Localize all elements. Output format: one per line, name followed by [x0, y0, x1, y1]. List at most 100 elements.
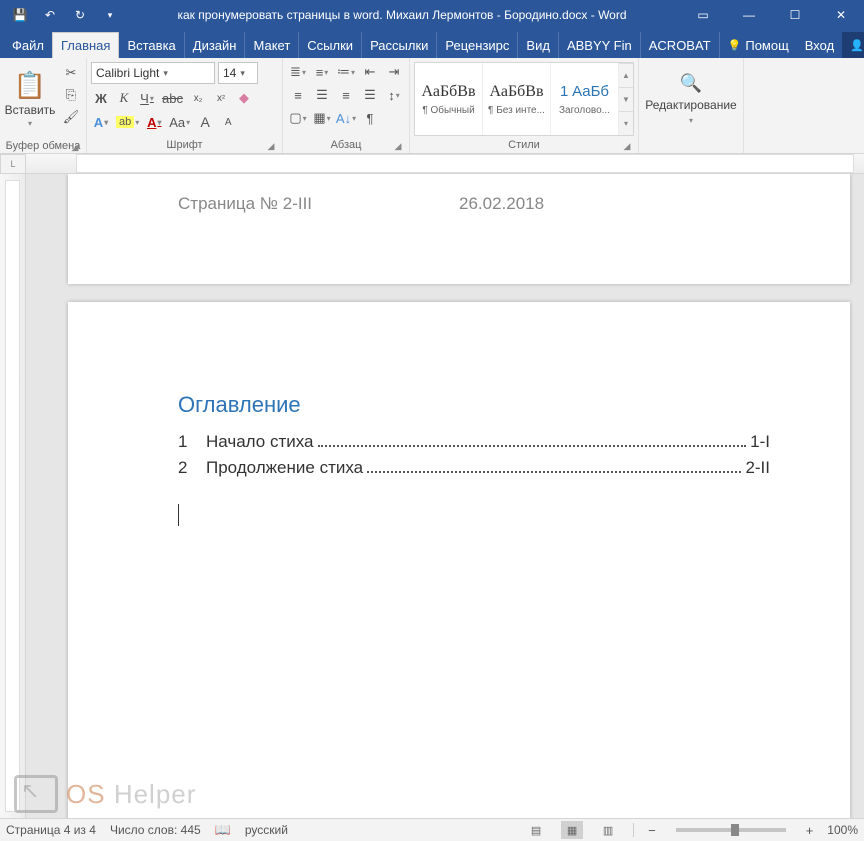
style-nospacing[interactable]: АаБбВв¶ Без инте... — [483, 63, 551, 135]
ribbon-options-icon[interactable]: ▭ — [680, 0, 726, 30]
font-label: Шрифт — [166, 139, 202, 151]
gallery-down-icon[interactable]: ▼ — [619, 87, 633, 111]
tab-mailings[interactable]: Рассылки — [362, 32, 437, 58]
read-mode-icon[interactable]: ▤ — [525, 821, 547, 839]
work-area: Страница № 2-III 26.02.2018 Оглавление 1… — [0, 174, 864, 818]
strike-button[interactable]: abc — [160, 88, 185, 108]
shading-icon[interactable]: ▢ — [287, 108, 309, 128]
find-icon: 🔍 — [680, 73, 702, 94]
toc-leader — [318, 445, 747, 447]
highlight-button[interactable]: ab — [114, 112, 141, 132]
increase-indent-icon[interactable]: ⇥ — [383, 62, 405, 82]
gallery-up-icon[interactable]: ▲ — [619, 63, 633, 87]
toc-leader — [367, 471, 741, 473]
underline-button[interactable]: Ч — [137, 88, 157, 108]
italic-button[interactable]: К — [114, 88, 134, 108]
qat-more-icon[interactable]: ▾ — [96, 1, 124, 29]
vertical-ruler[interactable] — [0, 174, 26, 818]
web-layout-icon[interactable]: ▥ — [597, 821, 619, 839]
styles-dialog-icon[interactable]: ◢ — [620, 139, 634, 153]
styles-gallery[interactable]: АаБбВв¶ Обычный АаБбВв¶ Без инте... 1 Аа… — [414, 62, 634, 136]
bold-button[interactable]: Ж — [91, 88, 111, 108]
redo-icon[interactable]: ↻ — [66, 1, 94, 29]
save-icon[interactable]: 💾 — [6, 1, 34, 29]
format-painter-icon[interactable]: 🖌 — [60, 108, 82, 126]
decrease-indent-icon[interactable]: ⇤ — [359, 62, 381, 82]
clipboard-icon: 📋 — [14, 70, 46, 101]
tab-review[interactable]: Рецензирс — [437, 32, 518, 58]
align-left-icon[interactable]: ≡ — [287, 85, 309, 105]
change-case-button[interactable]: Aa — [167, 112, 192, 132]
horizontal-ruler[interactable] — [26, 154, 864, 174]
grow-font-button[interactable]: A — [195, 112, 215, 132]
show-marks-icon[interactable]: ¶ — [359, 108, 381, 128]
style-normal[interactable]: АаБбВв¶ Обычный — [415, 63, 483, 135]
font-dialog-icon[interactable]: ◢ — [264, 139, 278, 153]
subscript-button[interactable]: x — [188, 88, 208, 108]
zoom-slider[interactable] — [676, 828, 786, 832]
group-editing: 🔍 Редактирование ▾ — [639, 58, 744, 153]
clipboard-dialog-icon[interactable]: ◢ — [68, 140, 82, 154]
ruler-row: L — [0, 154, 864, 174]
tab-home[interactable]: Главная — [52, 32, 119, 58]
tab-layout[interactable]: Макет — [245, 32, 299, 58]
cut-icon[interactable]: ✂ — [60, 64, 82, 82]
style-heading1[interactable]: 1 АаБбЗаголово... — [551, 63, 619, 135]
font-color-button[interactable]: A — [144, 112, 164, 132]
maximize-icon[interactable]: ☐ — [772, 0, 818, 30]
tab-signin[interactable]: Вход — [797, 32, 842, 58]
editing-button[interactable]: 🔍 Редактирование ▾ — [643, 60, 739, 138]
text-cursor — [178, 504, 179, 526]
document-canvas[interactable]: Страница № 2-III 26.02.2018 Оглавление 1… — [26, 174, 864, 818]
multilevel-icon[interactable]: ≔ — [335, 62, 357, 82]
paragraph-label: Абзац — [331, 139, 362, 151]
clear-format-icon[interactable]: ◆ — [234, 88, 254, 108]
align-center-icon[interactable]: ☰ — [311, 85, 333, 105]
line-spacing-icon[interactable]: ↕ — [383, 85, 405, 105]
gallery-scroll[interactable]: ▲▼▾ — [619, 63, 633, 135]
shrink-font-button[interactable]: A — [218, 112, 238, 132]
justify-icon[interactable]: ☰ — [359, 85, 381, 105]
font-name-combo[interactable]: Calibri Light — [91, 62, 215, 84]
font-size-combo[interactable]: 14 — [218, 62, 258, 84]
spellcheck-icon[interactable]: 📖 — [215, 822, 231, 838]
tab-acrobat[interactable]: ACROBAT — [641, 32, 720, 58]
gallery-more-icon[interactable]: ▾ — [619, 111, 633, 135]
tab-view[interactable]: Вид — [518, 32, 559, 58]
zoom-level[interactable]: 100% — [827, 823, 858, 837]
status-words[interactable]: Число слов: 445 — [110, 823, 201, 837]
superscript-button[interactable]: x — [211, 88, 231, 108]
tab-insert[interactable]: Вставка — [119, 32, 184, 58]
status-language[interactable]: русский — [245, 823, 288, 837]
tab-abbyy[interactable]: ABBYY Fin — [559, 32, 641, 58]
tab-file[interactable]: Файл — [4, 32, 52, 58]
zoom-out-icon[interactable]: − — [648, 823, 656, 838]
sort-icon[interactable]: A↓ — [335, 108, 357, 128]
tab-share[interactable]: Общий доступ — [842, 32, 864, 58]
toc-text: Продолжение стиха — [206, 458, 363, 478]
toc-row: 1 Начало стиха 1-I — [178, 432, 770, 452]
paragraph-dialog-icon[interactable]: ◢ — [391, 139, 405, 153]
tab-tell-me[interactable]: Помощ — [720, 32, 797, 58]
page-header: Страница № 2-III 26.02.2018 — [178, 194, 740, 214]
tab-references[interactable]: Ссылки — [299, 32, 362, 58]
editing-label: Редактирование — [645, 98, 736, 112]
status-page[interactable]: Страница 4 из 4 — [6, 823, 96, 837]
text-effects-button[interactable]: A — [91, 112, 111, 132]
undo-icon[interactable]: ↶ — [36, 1, 64, 29]
print-layout-icon[interactable]: ▦ — [561, 821, 583, 839]
toc-title: Оглавление — [178, 392, 770, 418]
borders-icon[interactable]: ▦ — [311, 108, 333, 128]
tab-selector[interactable]: L — [0, 154, 26, 174]
numbering-icon[interactable]: ≡ — [311, 62, 333, 82]
copy-icon[interactable]: ⎘ — [60, 86, 82, 104]
paste-button[interactable]: 📋 Вставить ▾ — [4, 60, 56, 138]
ribbon-tabs: Файл Главная Вставка Дизайн Макет Ссылки… — [0, 30, 864, 58]
zoom-in-icon[interactable]: + — [806, 823, 814, 838]
minimize-icon[interactable]: — — [726, 0, 772, 30]
align-right-icon[interactable]: ≡ — [335, 85, 357, 105]
tab-design[interactable]: Дизайн — [185, 32, 246, 58]
page-prev: Страница № 2-III 26.02.2018 — [68, 174, 850, 284]
close-icon[interactable]: ✕ — [818, 0, 864, 30]
bullets-icon[interactable]: ≣ — [287, 62, 309, 82]
